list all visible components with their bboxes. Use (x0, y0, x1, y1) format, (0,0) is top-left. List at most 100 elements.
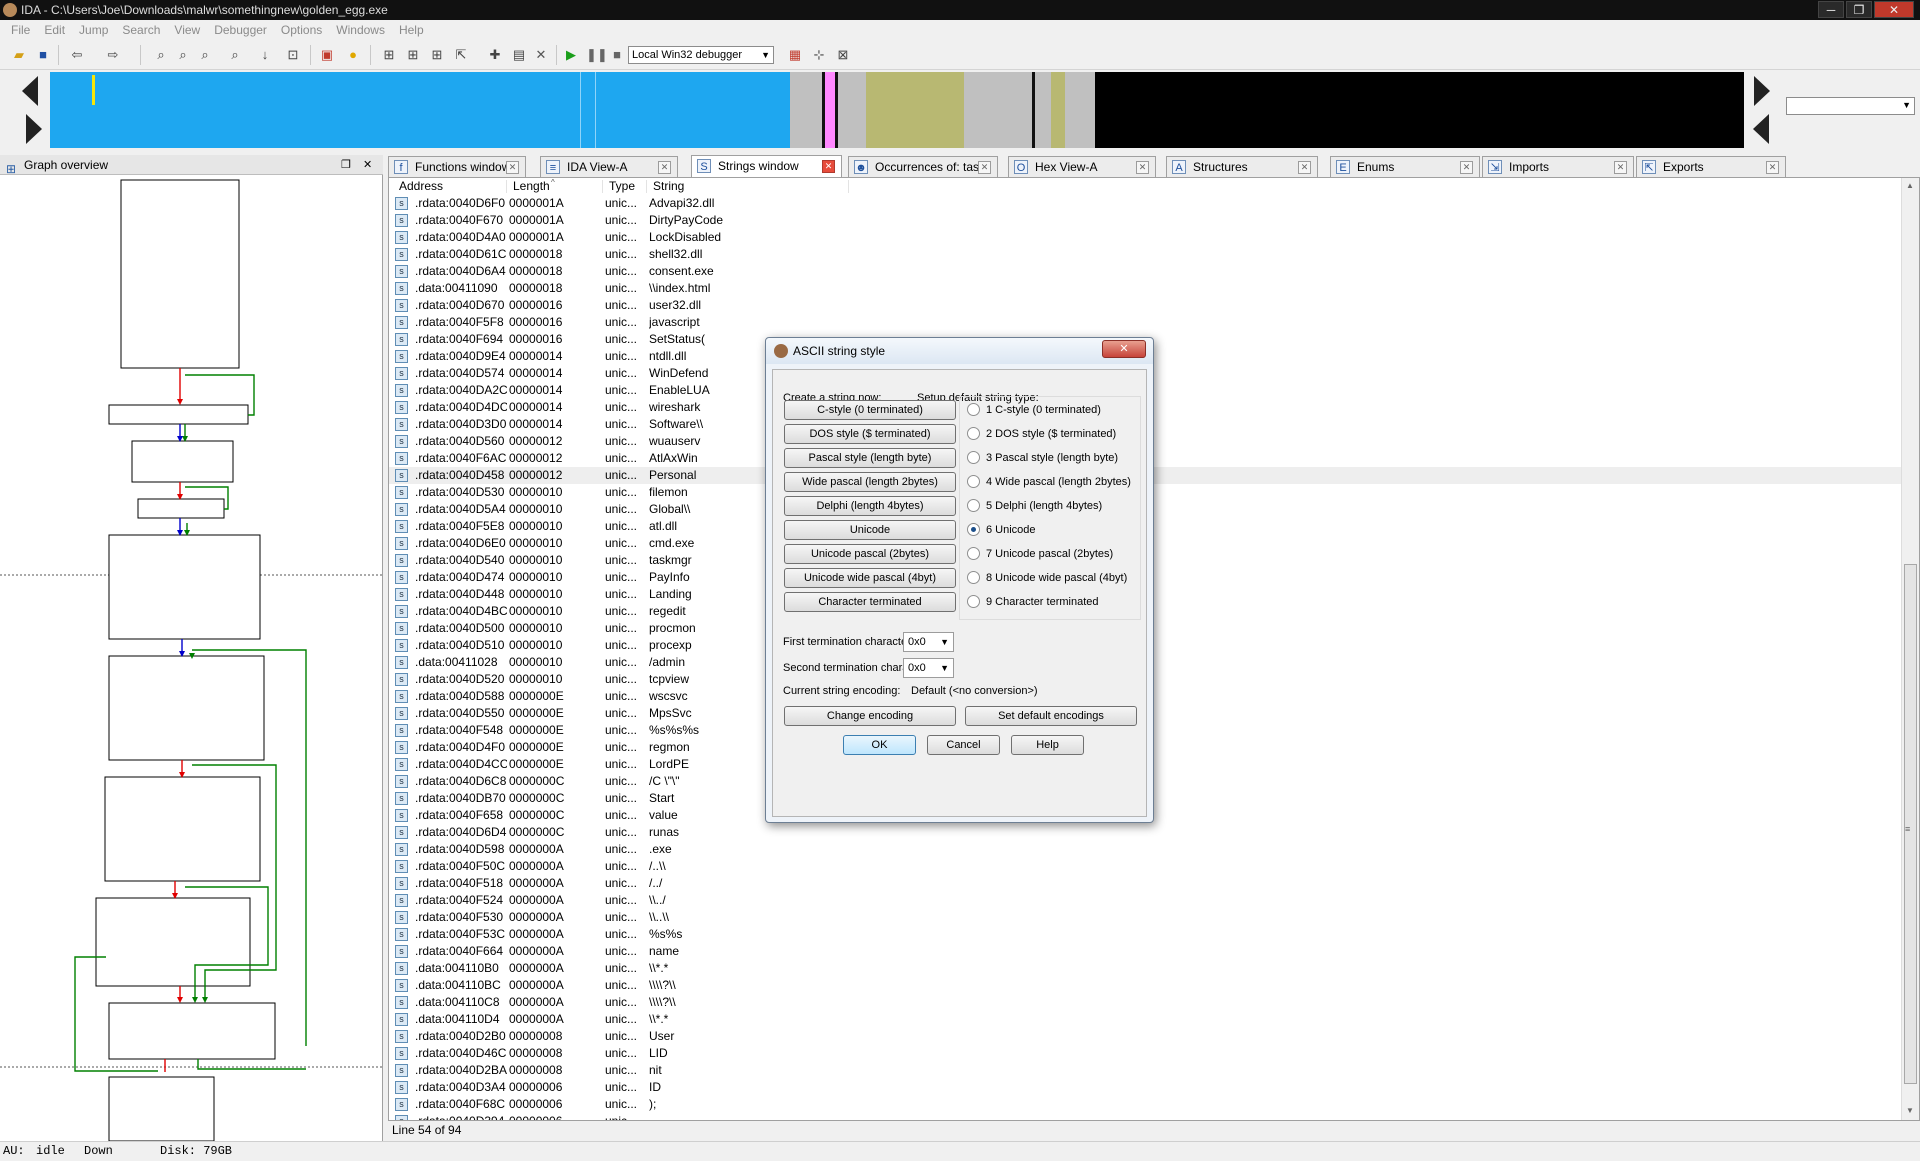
table-row[interactable]: s .rdata:0040F524 0000000A unic... \\../ (389, 892, 1901, 909)
tab-close-icon[interactable]: ✕ (1136, 161, 1149, 174)
tab-close-icon[interactable]: ✕ (1766, 161, 1779, 174)
navigator-strip[interactable] (50, 72, 1744, 148)
menu-windows[interactable]: Windows (329, 23, 392, 37)
default-type-radio-1[interactable] (967, 403, 980, 416)
graph-overview-canvas[interactable] (0, 175, 383, 1141)
table-row[interactable]: s .rdata:0040D670 00000016 unic... user32.dl… (389, 297, 1901, 314)
default-type-radio-7[interactable] (967, 547, 980, 560)
create-delphi-length-4bytes-button[interactable]: Delphi (length 4bytes) (784, 496, 956, 516)
default-type-radio-9[interactable] (967, 595, 980, 608)
create-unicode-wide-pascal-4byt-button[interactable]: Unicode wide pascal (4byt) (784, 568, 956, 588)
menu-edit[interactable]: Edit (37, 23, 72, 37)
tab-structures[interactable]: A Structures ✕ (1166, 156, 1318, 177)
run-debugger-icon[interactable]: ▶ (562, 46, 580, 64)
table-row[interactable]: s .rdata:0040D2B0 00000008 unic... User (389, 1028, 1901, 1045)
table-row[interactable]: s .data:004110C8 0000000A unic... \\\\?\\ (389, 994, 1901, 1011)
graph-icon[interactable]: ⊞ (380, 46, 398, 64)
close-window-button[interactable]: ✕ (1874, 1, 1914, 18)
lightbulb-icon[interactable]: ● (344, 46, 362, 64)
table-row[interactable]: s .rdata:0040F50C 0000000A unic... /..\\ (389, 858, 1901, 875)
pause-icon[interactable]: ❚❚ (586, 46, 608, 64)
minimize-button[interactable]: ─ (1818, 1, 1844, 18)
dialog-title-bar[interactable]: ASCII string style ✕ (766, 338, 1153, 364)
tab-close-icon[interactable]: ✕ (1298, 161, 1311, 174)
menu-debugger[interactable]: Debugger (207, 23, 274, 37)
maximize-button[interactable]: ❐ (1846, 1, 1872, 18)
column-header-address[interactable]: Address (395, 180, 507, 193)
nav-zoom-in-arrow-icon[interactable] (1754, 76, 1770, 106)
graph-layout-icon[interactable]: ⊞ (428, 46, 446, 64)
binary-search-icon[interactable]: ⌕ (152, 46, 170, 64)
tab-enums[interactable]: E Enums ✕ (1330, 156, 1480, 177)
change-encoding-button[interactable]: Change encoding (784, 706, 956, 726)
cancel-button[interactable]: Cancel (927, 735, 1000, 755)
table-row[interactable]: s .rdata:0040F518 0000000A unic... /../ (389, 875, 1901, 892)
create-unicode-pascal-2bytes-button[interactable]: Unicode pascal (2bytes) (784, 544, 956, 564)
table-row[interactable]: s .rdata:0040D3A4 00000006 unic... ID (389, 1079, 1901, 1096)
detach-icon[interactable]: ⊠ (834, 46, 852, 64)
table-row[interactable]: s .rdata:0040D61C 00000018 unic... shell32.d… (389, 246, 1901, 263)
default-type-radio-5[interactable] (967, 499, 980, 512)
scroll-down-icon[interactable]: ▼ (1906, 1106, 1914, 1115)
table-row[interactable]: s .rdata:0040D6F0 0000001A unic... Advapi32.… (389, 195, 1901, 212)
navigator-combo[interactable]: ▼ (1786, 97, 1915, 115)
menu-help[interactable]: Help (392, 23, 431, 37)
table-row[interactable]: s .data:004110B0 0000000A unic... \\*.* (389, 960, 1901, 977)
stop-icon[interactable]: ■ (608, 46, 626, 64)
table-row[interactable]: s .rdata:0040D394 00000006 unic... (389, 1113, 1901, 1120)
table-row[interactable]: s .rdata:0040D2BA 00000008 unic... nit (389, 1062, 1901, 1079)
float-panel-icon[interactable]: ❐ (341, 155, 351, 175)
code-xref-icon[interactable]: ⊡ (284, 46, 302, 64)
tab-imports[interactable]: ⇲ Imports ✕ (1482, 156, 1634, 177)
scroll-up-icon[interactable]: ▲ (1906, 181, 1914, 190)
tab-close-icon[interactable]: ✕ (506, 161, 519, 174)
tab-close-icon[interactable]: ✕ (1460, 161, 1473, 174)
tab-ida-view-a[interactable]: ≡ IDA View-A ✕ (540, 156, 678, 177)
default-type-radio-6[interactable] (967, 523, 980, 536)
immediate-search-icon[interactable]: ⌕ (196, 46, 214, 64)
search-next-icon[interactable]: ⌕ (226, 46, 244, 64)
graph-add-icon[interactable]: ⊞ (404, 46, 422, 64)
breakpoint-icon[interactable]: ⊹ (810, 46, 828, 64)
table-row[interactable]: s .rdata:0040D598 0000000A unic... .exe (389, 841, 1901, 858)
default-type-radio-3[interactable] (967, 451, 980, 464)
table-row[interactable]: s .rdata:0040D6A4 00000018 unic... consent.e… (389, 263, 1901, 280)
dialog-close-button[interactable]: ✕ (1102, 340, 1146, 358)
save-icon[interactable]: ■ (34, 46, 52, 64)
tab-occurrences-of-task[interactable]: ☻ Occurrences of: task ✕ (848, 156, 998, 177)
hex-icon[interactable]: ▣ (318, 46, 336, 64)
table-row[interactable]: s .rdata:0040F530 0000000A unic... \\..\\ (389, 909, 1901, 926)
default-type-radio-4[interactable] (967, 475, 980, 488)
back-icon[interactable]: ⇦ (68, 46, 86, 64)
tab-functions-window[interactable]: f Functions window ✕ (388, 156, 526, 177)
table-row[interactable]: s .data:00411090 00000018 unic... \\index.ht… (389, 280, 1901, 297)
second-termination-select[interactable]: 0x0 ▼ (903, 658, 954, 678)
cross-icon[interactable]: ✚ (486, 46, 504, 64)
table-row[interactable]: s .rdata:0040F670 0000001A unic... DirtyPayC… (389, 212, 1901, 229)
create-character-terminated-button[interactable]: Character terminated (784, 592, 956, 612)
tab-strings-window[interactable]: S Strings window ✕ (691, 155, 842, 177)
menu-file[interactable]: File (4, 23, 37, 37)
menu-search[interactable]: Search (115, 23, 167, 37)
table-row[interactable]: s .rdata:0040F5F8 00000016 unic... javascrip… (389, 314, 1901, 331)
down-arrow-icon[interactable]: ↓ (256, 46, 274, 64)
column-header-string[interactable]: String (649, 180, 849, 193)
nav-left-arrow-icon[interactable] (22, 76, 38, 106)
close-panel-icon[interactable]: ✕ (363, 155, 372, 175)
tab-close-icon[interactable]: ✕ (978, 161, 991, 174)
ok-button[interactable]: OK (843, 735, 916, 755)
create-pascal-style-length-byte-button[interactable]: Pascal style (length byte) (784, 448, 956, 468)
create-dos-style-terminated-button[interactable]: DOS style ($ terminated) (784, 424, 956, 444)
table-row[interactable]: s .rdata:0040D4A0 0000001A unic... LockDisab… (389, 229, 1901, 246)
help-button[interactable]: Help (1011, 735, 1084, 755)
table-row[interactable]: s .rdata:0040F664 0000000A unic... name (389, 943, 1901, 960)
text-search-icon[interactable]: ⌕ (174, 46, 192, 64)
create-c-style-0-terminated-button[interactable]: C-style (0 terminated) (784, 400, 956, 420)
nav-right-arrow-icon[interactable] (26, 114, 42, 144)
table-row[interactable]: s .rdata:0040D6D4 0000000C unic... runas (389, 824, 1901, 841)
table-row[interactable]: s .rdata:0040F68C 00000006 unic...); (389, 1096, 1901, 1113)
menu-view[interactable]: View (167, 23, 207, 37)
table-row[interactable]: s .rdata:0040D46C 00000008 unic... LID (389, 1045, 1901, 1062)
debugger-select[interactable]: Local Win32 debugger ▼ (628, 46, 774, 64)
forward-icon[interactable]: ⇨ (104, 46, 122, 64)
